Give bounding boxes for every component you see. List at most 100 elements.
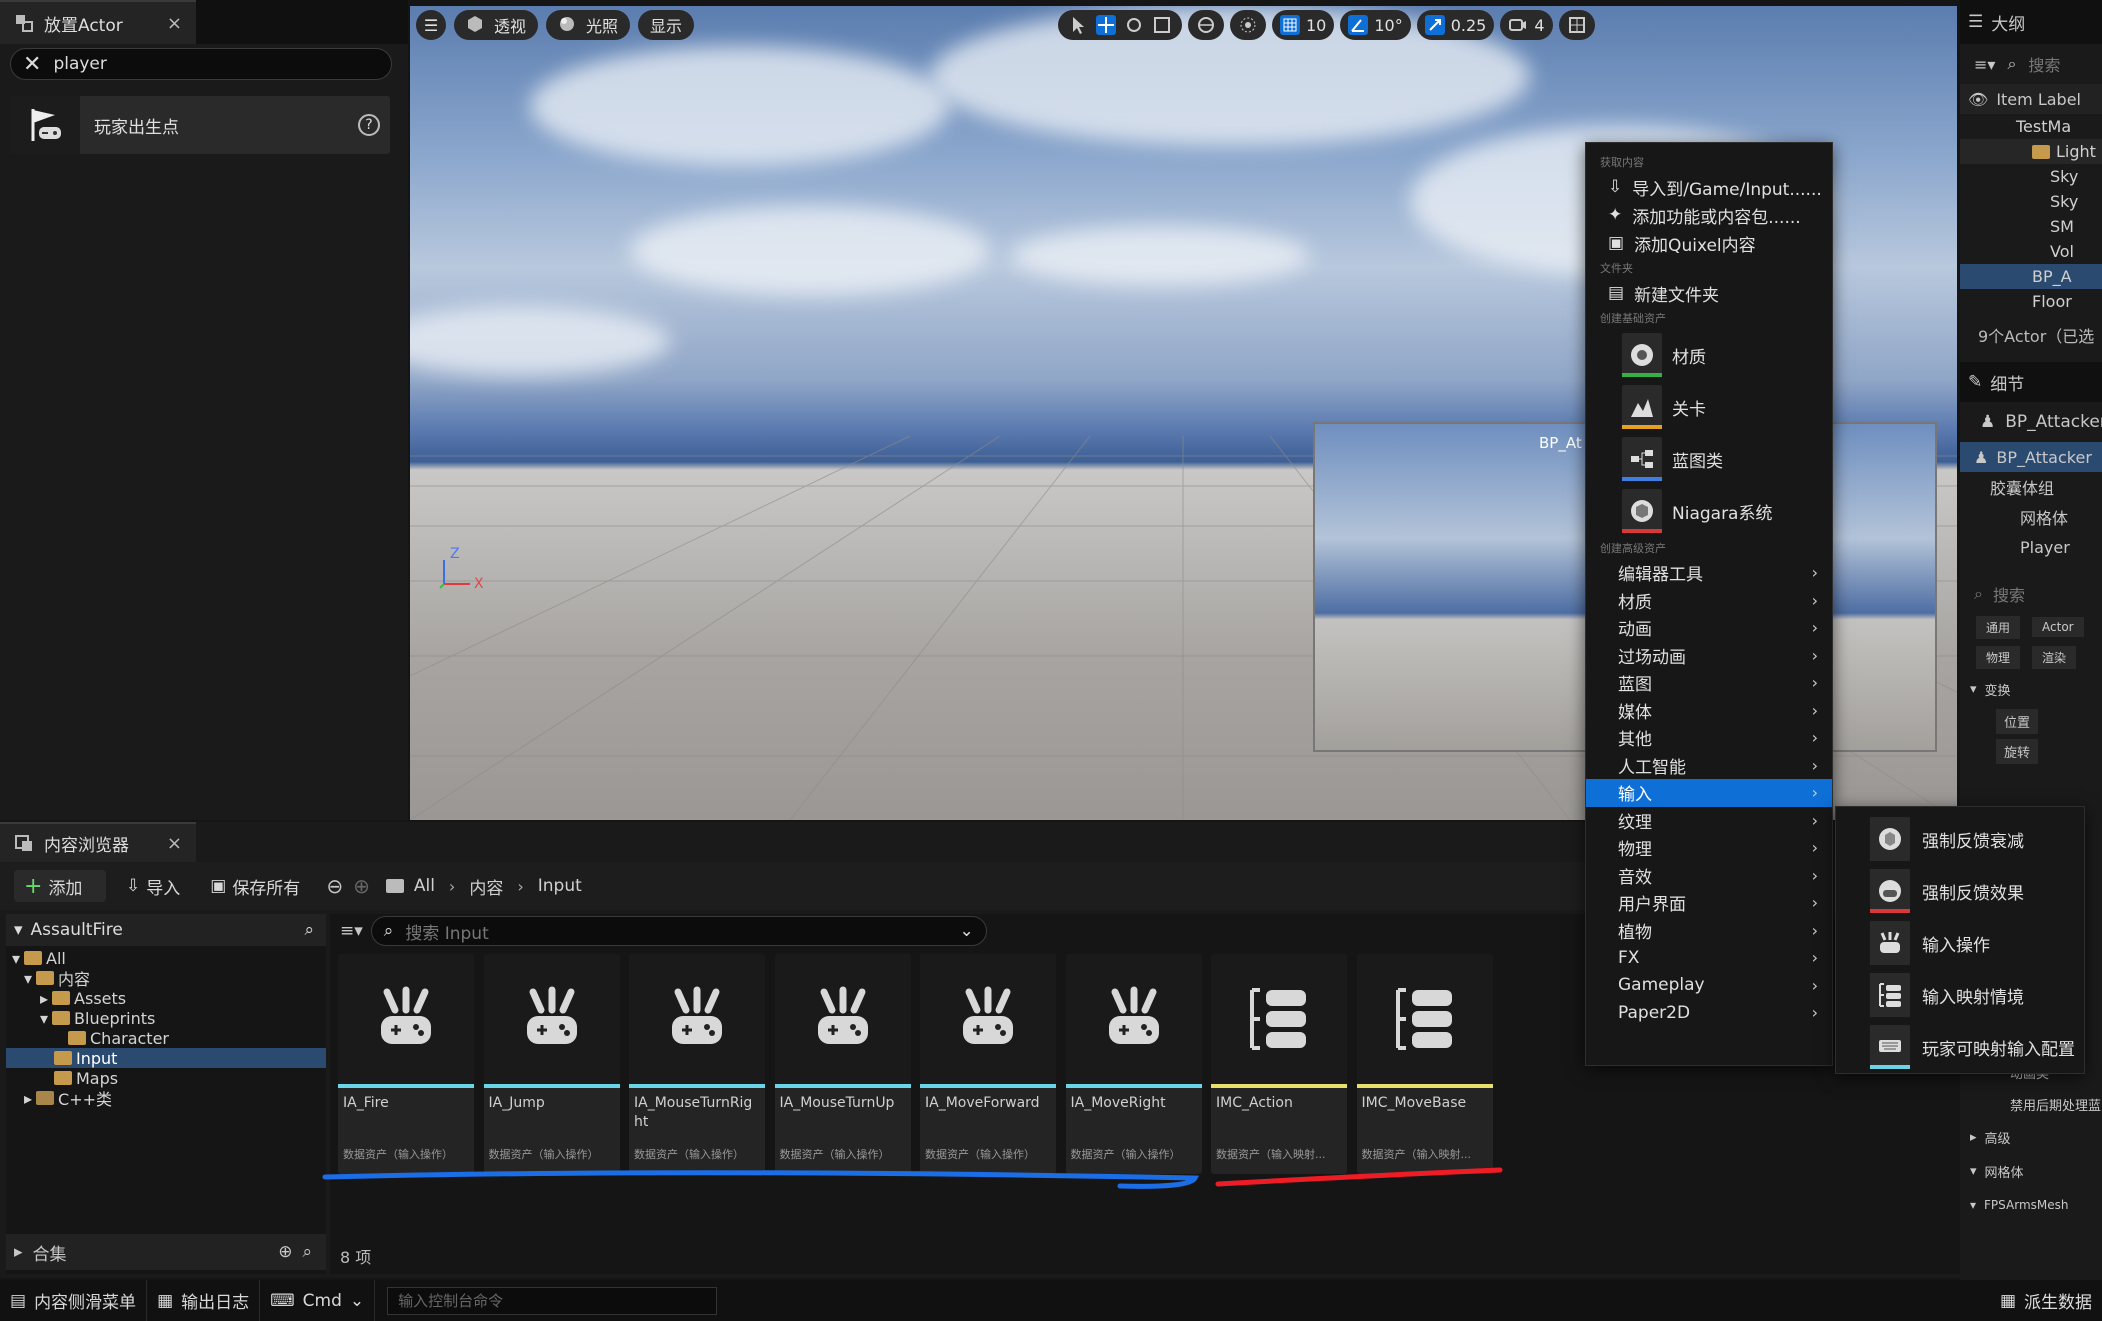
collections-header[interactable]: ▸ 合集 ⊕ ⌕	[6, 1234, 326, 1270]
chevron-right-icon[interactable]: ›	[449, 877, 455, 896]
asset-search-input[interactable]: 搜索 Input	[405, 919, 488, 944]
viewport-layout-button[interactable]	[1558, 10, 1595, 40]
visibility-icon[interactable]: 👁	[1968, 90, 1988, 109]
details-component-mesh[interactable]: 网格体	[1960, 502, 2102, 532]
asset-tile[interactable]: IA_MoveForward 数据资产（输入操作）	[920, 954, 1056, 1174]
asset-tile[interactable]: IA_Fire 数据资产（输入操作）	[338, 954, 474, 1174]
menu-advanced-item[interactable]: 编辑器工具 ›	[1586, 559, 1832, 587]
filter-physics[interactable]: 物理	[1976, 645, 2021, 669]
submenu-force-feedback-attenuation[interactable]: 强制反馈衰减	[1836, 813, 2084, 865]
derived-data-button[interactable]: ▦ 派生数据	[2000, 1288, 2092, 1314]
asset-tile[interactable]: IA_MoveRight 数据资产（输入操作）	[1065, 954, 1202, 1174]
perspective-button[interactable]: 透视	[454, 10, 539, 40]
breadcrumb-item[interactable]: All	[414, 876, 435, 896]
asset-tile[interactable]: IA_MouseTurnUp 数据资产（输入操作）	[774, 954, 911, 1174]
close-icon[interactable]: ×	[167, 13, 182, 34]
search-icon[interactable]: ⌕	[304, 920, 314, 940]
section-fpsarms[interactable]: ▾ FPSArmsMesh	[1960, 1188, 2102, 1222]
lit-button[interactable]: 光照	[546, 10, 631, 40]
field-location[interactable]: 位置	[1960, 706, 2102, 736]
menu-advanced-item[interactable]: 植物 ›	[1586, 917, 1832, 945]
asset-tile[interactable]: IA_MouseTurnRight 数据资产（输入操作）	[629, 954, 765, 1174]
output-log-button[interactable]: ▦ 输出日志	[147, 1280, 261, 1321]
menu-level[interactable]: 关卡	[1586, 381, 1832, 433]
submenu-input-mapping-context[interactable]: 输入映射情境	[1836, 969, 2084, 1021]
scale-tool-icon[interactable]	[1152, 15, 1172, 35]
breadcrumb-item[interactable]: 内容	[469, 874, 503, 899]
back-icon[interactable]: ⊖	[326, 874, 343, 898]
tree-item-content[interactable]: ▾ 内容	[6, 968, 326, 990]
details-component-root[interactable]: ♟ BP_Attacker	[1960, 442, 2102, 472]
console-input[interactable]: 输入控制台命令	[387, 1286, 718, 1315]
menu-blueprint-class[interactable]: 蓝图类	[1586, 433, 1832, 485]
menu-advanced-item[interactable]: Gameplay ›	[1586, 972, 1832, 1000]
asset-search[interactable]: ⌕ 搜索 Input ⌄	[370, 916, 987, 946]
menu-niagara[interactable]: Niagara系统	[1586, 485, 1832, 537]
chevron-right-icon[interactable]: ›	[517, 877, 523, 896]
outliner-row[interactable]: Sky	[1960, 164, 2102, 189]
details-tab[interactable]: ✎ 细节	[1960, 362, 2102, 402]
content-browser-tab[interactable]: 内容浏览器 ×	[0, 822, 196, 862]
forward-icon[interactable]: ⊕	[353, 874, 370, 898]
player-start-item[interactable]: 玩家出生点 ?	[10, 96, 390, 154]
place-actor-search[interactable]: ✕ player	[10, 48, 392, 80]
menu-add-quixel[interactable]: ▣ 添加Quixel内容	[1586, 229, 1832, 257]
filter-general[interactable]: 通用	[1976, 615, 2021, 639]
menu-advanced-item[interactable]: 动画 ›	[1586, 614, 1832, 642]
menu-advanced-item[interactable]: 音效 ›	[1586, 862, 1832, 890]
cmd-button[interactable]: ⌨ Cmd ⌄	[260, 1280, 376, 1321]
outliner-row-selected[interactable]: BP_A	[1960, 264, 2102, 289]
menu-advanced-item[interactable]: 过场动画 ›	[1586, 642, 1832, 670]
close-icon[interactable]: ×	[167, 833, 182, 854]
clear-search-icon[interactable]: ✕	[23, 52, 41, 77]
menu-import[interactable]: ⇩ 导入到/Game/Input......	[1586, 173, 1832, 201]
field-rotation[interactable]: 旋转	[1960, 736, 2102, 766]
details-component-player[interactable]: Player	[1960, 532, 2102, 562]
rotation-snap-button[interactable]: 10°	[1340, 10, 1411, 40]
menu-advanced-item[interactable]: Paper2D ›	[1586, 999, 1832, 1027]
tree-item-assets[interactable]: ▸ Assets	[6, 988, 326, 1008]
submenu-force-feedback-effect[interactable]: 强制反馈效果	[1836, 865, 2084, 917]
section-transform[interactable]: ▾ 变换	[1960, 672, 2102, 706]
outliner-row[interactable]: SM	[1960, 214, 2102, 239]
menu-advanced-item[interactable]: 用户界面 ›	[1586, 889, 1832, 917]
section-advanced[interactable]: ▸ 高级	[1960, 1120, 2102, 1154]
add-collection-icon[interactable]: ⊕	[278, 1242, 292, 1262]
menu-add-feature[interactable]: ✦ 添加功能或内容包......	[1586, 201, 1832, 229]
outliner-row[interactable]: Light	[1960, 139, 2102, 164]
add-button[interactable]: + 添加	[14, 870, 106, 902]
menu-material[interactable]: 材质	[1586, 329, 1832, 381]
outliner-tab[interactable]: ☰ 大纲	[1960, 0, 2102, 44]
outliner-row[interactable]: Sky	[1960, 189, 2102, 214]
grid-snap-button[interactable]: 10	[1272, 10, 1335, 40]
menu-advanced-item[interactable]: 蓝图 ›	[1586, 669, 1832, 697]
filter-icon[interactable]: ≡▾	[1974, 55, 1995, 74]
breadcrumb-item[interactable]: Input	[538, 876, 582, 896]
menu-advanced-item[interactable]: 其他 ›	[1586, 724, 1832, 752]
filter-actor[interactable]: Actor	[2032, 617, 2084, 637]
menu-advanced-item[interactable]: 人工智能 ›	[1586, 752, 1832, 780]
outliner-row[interactable]: Floor	[1960, 289, 2102, 314]
details-search[interactable]: ⌕ 搜索	[1960, 576, 2102, 612]
tree-item-input[interactable]: Input	[6, 1048, 326, 1068]
asset-tile[interactable]: IMC_MoveBase 数据资产（输入映射...	[1356, 954, 1493, 1174]
asset-tile[interactable]: IA_Jump 数据资产（输入操作）	[483, 954, 620, 1174]
menu-advanced-item[interactable]: 媒体 ›	[1586, 697, 1832, 725]
project-header[interactable]: ▾ AssaultFire ⌕	[6, 914, 326, 946]
tree-item-all[interactable]: ▾ All	[6, 948, 326, 968]
asset-tile[interactable]: IMC_Action 数据资产（输入映射...	[1211, 954, 1347, 1174]
menu-advanced-item[interactable]: 输入 ›	[1586, 779, 1832, 807]
submenu-player-mappable-config[interactable]: 玩家可映射输入配置	[1836, 1021, 2084, 1073]
submenu-input-action[interactable]: 输入操作	[1836, 917, 2084, 969]
outliner-row[interactable]: Vol	[1960, 239, 2102, 264]
place-actor-tab[interactable]: 放置Actor ×	[0, 0, 196, 44]
outliner-row[interactable]: TestMa	[1960, 114, 2102, 139]
outliner-search[interactable]: 搜索	[2028, 52, 2060, 76]
rotate-tool-icon[interactable]	[1124, 15, 1144, 35]
filter-render[interactable]: 渲染	[2032, 645, 2077, 669]
details-component-capsule[interactable]: 胶囊体组	[1960, 472, 2102, 502]
menu-advanced-item[interactable]: 物理 ›	[1586, 834, 1832, 862]
save-all-button[interactable]: ▣ 保存所有	[200, 870, 310, 902]
viewport-menu-button[interactable]: ☰	[416, 10, 446, 40]
tree-item-maps[interactable]: Maps	[6, 1068, 326, 1088]
